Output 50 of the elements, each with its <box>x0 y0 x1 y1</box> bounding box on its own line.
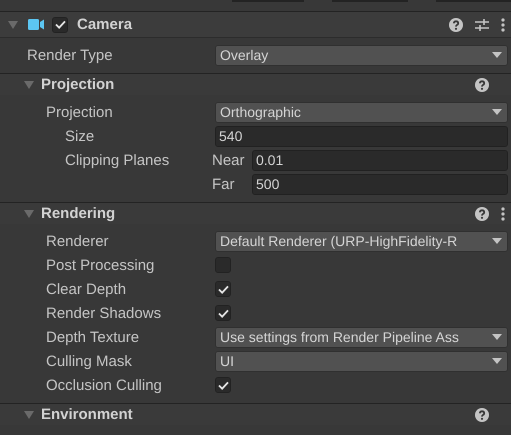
checkbox[interactable] <box>215 281 231 297</box>
caret-icon <box>492 334 502 340</box>
checkmark-icon <box>54 20 66 29</box>
enabled-checkbox[interactable] <box>52 16 68 32</box>
caret-icon <box>492 358 502 364</box>
checkbox[interactable] <box>215 305 231 321</box>
caret-icon <box>492 109 502 115</box>
field-label: Clear Depth <box>46 280 128 298</box>
field-label: Render Type <box>27 46 114 64</box>
more-options-icon[interactable] <box>501 206 505 220</box>
sliders-icon[interactable] <box>475 18 489 32</box>
field-label: Culling Mask <box>46 352 133 370</box>
field-label: Clipping Planes <box>65 152 170 168</box>
field-label: Render Shadows <box>46 304 162 322</box>
dropdown[interactable]: Default Renderer (URP-HighFidelity-R <box>215 230 508 252</box>
help-icon[interactable] <box>475 408 489 422</box>
field-label: Post Processing <box>46 256 156 274</box>
dropdown[interactable]: Use settings from Render Pipeline Ass <box>215 326 508 348</box>
component-header[interactable]: Camera <box>0 12 511 38</box>
field-label: Near <box>212 152 246 168</box>
section-title: Environment <box>41 406 133 423</box>
help-icon[interactable] <box>449 18 463 32</box>
checkmark-icon <box>218 284 228 294</box>
checkmark-icon <box>218 308 228 318</box>
component-title: Camera <box>77 16 132 33</box>
input-field[interactable]: 540 <box>215 126 508 146</box>
dropdown[interactable]: UI <box>215 350 508 372</box>
dropdown[interactable]: Orthographic <box>215 102 508 122</box>
field-label: Size <box>65 128 96 144</box>
field-label: Far <box>212 176 236 192</box>
section-header[interactable]: Environment <box>0 403 511 425</box>
caret-icon <box>492 52 502 58</box>
camera-icon <box>28 19 44 30</box>
field-label: Occlusion Culling <box>46 376 163 394</box>
section-title: Projection <box>41 76 114 93</box>
checkbox[interactable] <box>215 377 231 393</box>
input-field[interactable]: 500 <box>252 174 508 194</box>
more-options-icon[interactable] <box>501 18 505 32</box>
section-header[interactable]: Projection <box>0 73 511 95</box>
field-label: Projection <box>46 104 114 120</box>
caret-icon <box>492 238 502 244</box>
input-field[interactable]: 0.01 <box>252 150 508 170</box>
checkmark-icon <box>218 380 228 390</box>
dropdown[interactable]: Overlay <box>215 44 508 66</box>
help-icon[interactable] <box>475 78 489 92</box>
help-icon[interactable] <box>475 206 489 220</box>
field-label: Renderer <box>46 232 110 250</box>
section-title: Rendering <box>41 205 116 222</box>
section-header[interactable]: Rendering <box>0 202 511 224</box>
field-label: Depth Texture <box>46 328 140 346</box>
